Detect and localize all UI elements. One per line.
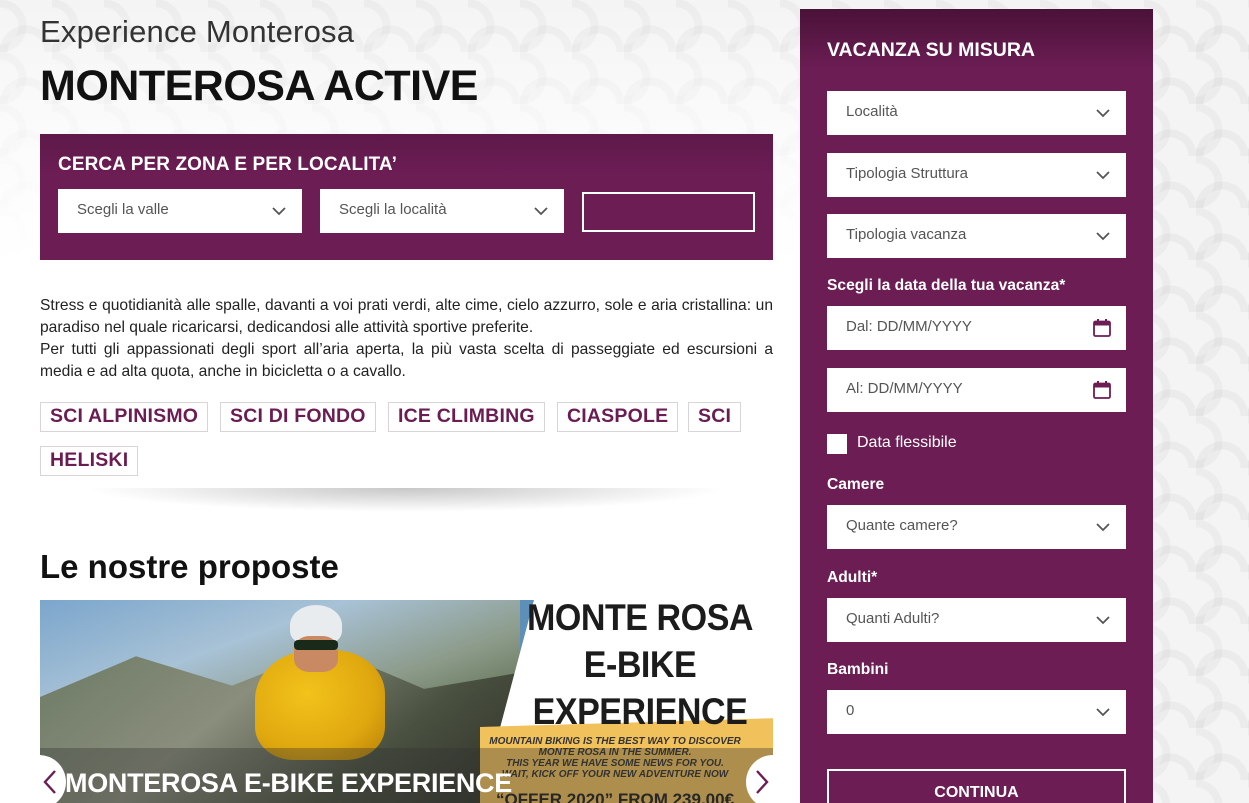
- localita-select-label: Scegli la località: [339, 201, 447, 218]
- banner-tagline-line-1: MOUNTAIN BIKING IS THE BEST WAY TO DISCO…: [489, 736, 741, 747]
- date-to-input[interactable]: Al: DD/MM/YYYY: [827, 368, 1126, 412]
- camere-label: Camere: [827, 476, 885, 493]
- banner-headline: MONTE ROSA E-BIKE EXPERIENCE: [502, 600, 773, 735]
- booking-panel-title: VACANZA SU MISURA: [827, 39, 1035, 61]
- chevron-down-icon: [1096, 171, 1110, 180]
- page-subtitle: Experience Monterosa: [40, 14, 355, 49]
- localita-select[interactable]: Scegli la località: [320, 189, 564, 233]
- banner-headline-line-3: EXPERIENCE: [532, 691, 748, 732]
- flexible-date-checkbox[interactable]: [827, 434, 847, 454]
- camere-dropdown[interactable]: Quante camere?: [827, 505, 1126, 549]
- slide-caption[interactable]: MONTEROSA E-BIKE EXPERIENCE: [65, 768, 512, 799]
- search-by-zone-panel: CERCA PER ZONA E PER LOCALITA’ Scegli la…: [40, 134, 773, 260]
- search-submit-button[interactable]: [582, 192, 755, 232]
- tipologia-vacanza-dropdown[interactable]: Tipologia vacanza: [827, 214, 1126, 258]
- calendar-icon[interactable]: [1092, 380, 1112, 400]
- tag-ciaspole[interactable]: CIASPOLE: [557, 402, 679, 432]
- chevron-down-icon: [1096, 523, 1110, 532]
- chevron-down-icon: [1096, 109, 1110, 118]
- tag-ice-climbing[interactable]: ICE CLIMBING: [388, 402, 545, 432]
- date-from-value: Dal: DD/MM/YYYY: [846, 318, 972, 335]
- banner-headline-line-2: E-BIKE: [583, 644, 697, 685]
- valle-select[interactable]: Scegli la valle: [58, 189, 302, 233]
- chevron-down-icon: [272, 207, 286, 216]
- cyclist-glasses: [294, 640, 338, 650]
- continue-button[interactable]: CONTINUA: [827, 769, 1126, 803]
- flexible-date-label[interactable]: Data flessibile: [857, 434, 957, 452]
- bambini-dropdown[interactable]: 0: [827, 690, 1126, 734]
- adulti-label: Adulti*: [827, 569, 878, 586]
- proposals-slider[interactable]: MONTE ROSA E-BIKE EXPERIENCE MOUNTAIN BI…: [40, 600, 773, 803]
- localita-dropdown[interactable]: Località: [827, 91, 1126, 135]
- page-title: MONTEROSA ACTIVE: [40, 62, 478, 110]
- tag-sci[interactable]: SCI: [688, 402, 742, 432]
- chevron-down-icon: [534, 207, 548, 216]
- adulti-dropdown[interactable]: Quanti Adulti?: [827, 598, 1126, 642]
- tipologia-vacanza-label: Tipologia vacanza: [846, 226, 967, 243]
- chevron-down-icon: [1096, 616, 1110, 625]
- section-divider-shadow: [85, 488, 728, 512]
- intro-paragraph-2: Per tutti gli appassionati degli sport a…: [40, 341, 773, 380]
- adulti-dropdown-value: Quanti Adulti?: [846, 610, 940, 627]
- chevron-right-icon: [756, 770, 769, 794]
- localita-dropdown-label: Località: [846, 103, 898, 120]
- camere-dropdown-value: Quante camere?: [846, 517, 958, 534]
- intro-description: Stress e quotidianità alle spalle, davan…: [40, 295, 773, 383]
- bambini-label: Bambini: [827, 661, 889, 678]
- date-from-input[interactable]: Dal: DD/MM/YYYY: [827, 306, 1126, 350]
- search-panel-title: CERCA PER ZONA E PER LOCALITA’: [58, 154, 398, 175]
- calendar-icon[interactable]: [1092, 318, 1112, 338]
- valle-select-label: Scegli la valle: [77, 201, 169, 218]
- tag-heliski[interactable]: HELISKI: [40, 446, 139, 476]
- intro-paragraph-1: Stress e quotidianità alle spalle, davan…: [40, 297, 773, 336]
- booking-panel: VACANZA SU MISURA Località Tipologia Str…: [800, 9, 1153, 803]
- chevron-down-icon: [1096, 708, 1110, 717]
- date-to-value: Al: DD/MM/YYYY: [846, 380, 963, 397]
- tipologia-struttura-dropdown[interactable]: Tipologia Struttura: [827, 153, 1126, 197]
- bambini-dropdown-value: 0: [846, 702, 855, 719]
- proposals-title: Le nostre proposte: [40, 548, 339, 585]
- tag-sci-alpinismo[interactable]: SCI ALPINISMO: [40, 402, 209, 432]
- chevron-down-icon: [1096, 232, 1110, 241]
- tipologia-struttura-label: Tipologia Struttura: [846, 165, 969, 182]
- banner-headline-line-1: MONTE ROSA: [526, 600, 754, 638]
- date-section-label: Scegli la data della tua vacanza*: [827, 277, 1066, 294]
- chevron-left-icon: [43, 770, 56, 794]
- tag-sci-di-fondo[interactable]: SCI DI FONDO: [220, 402, 376, 432]
